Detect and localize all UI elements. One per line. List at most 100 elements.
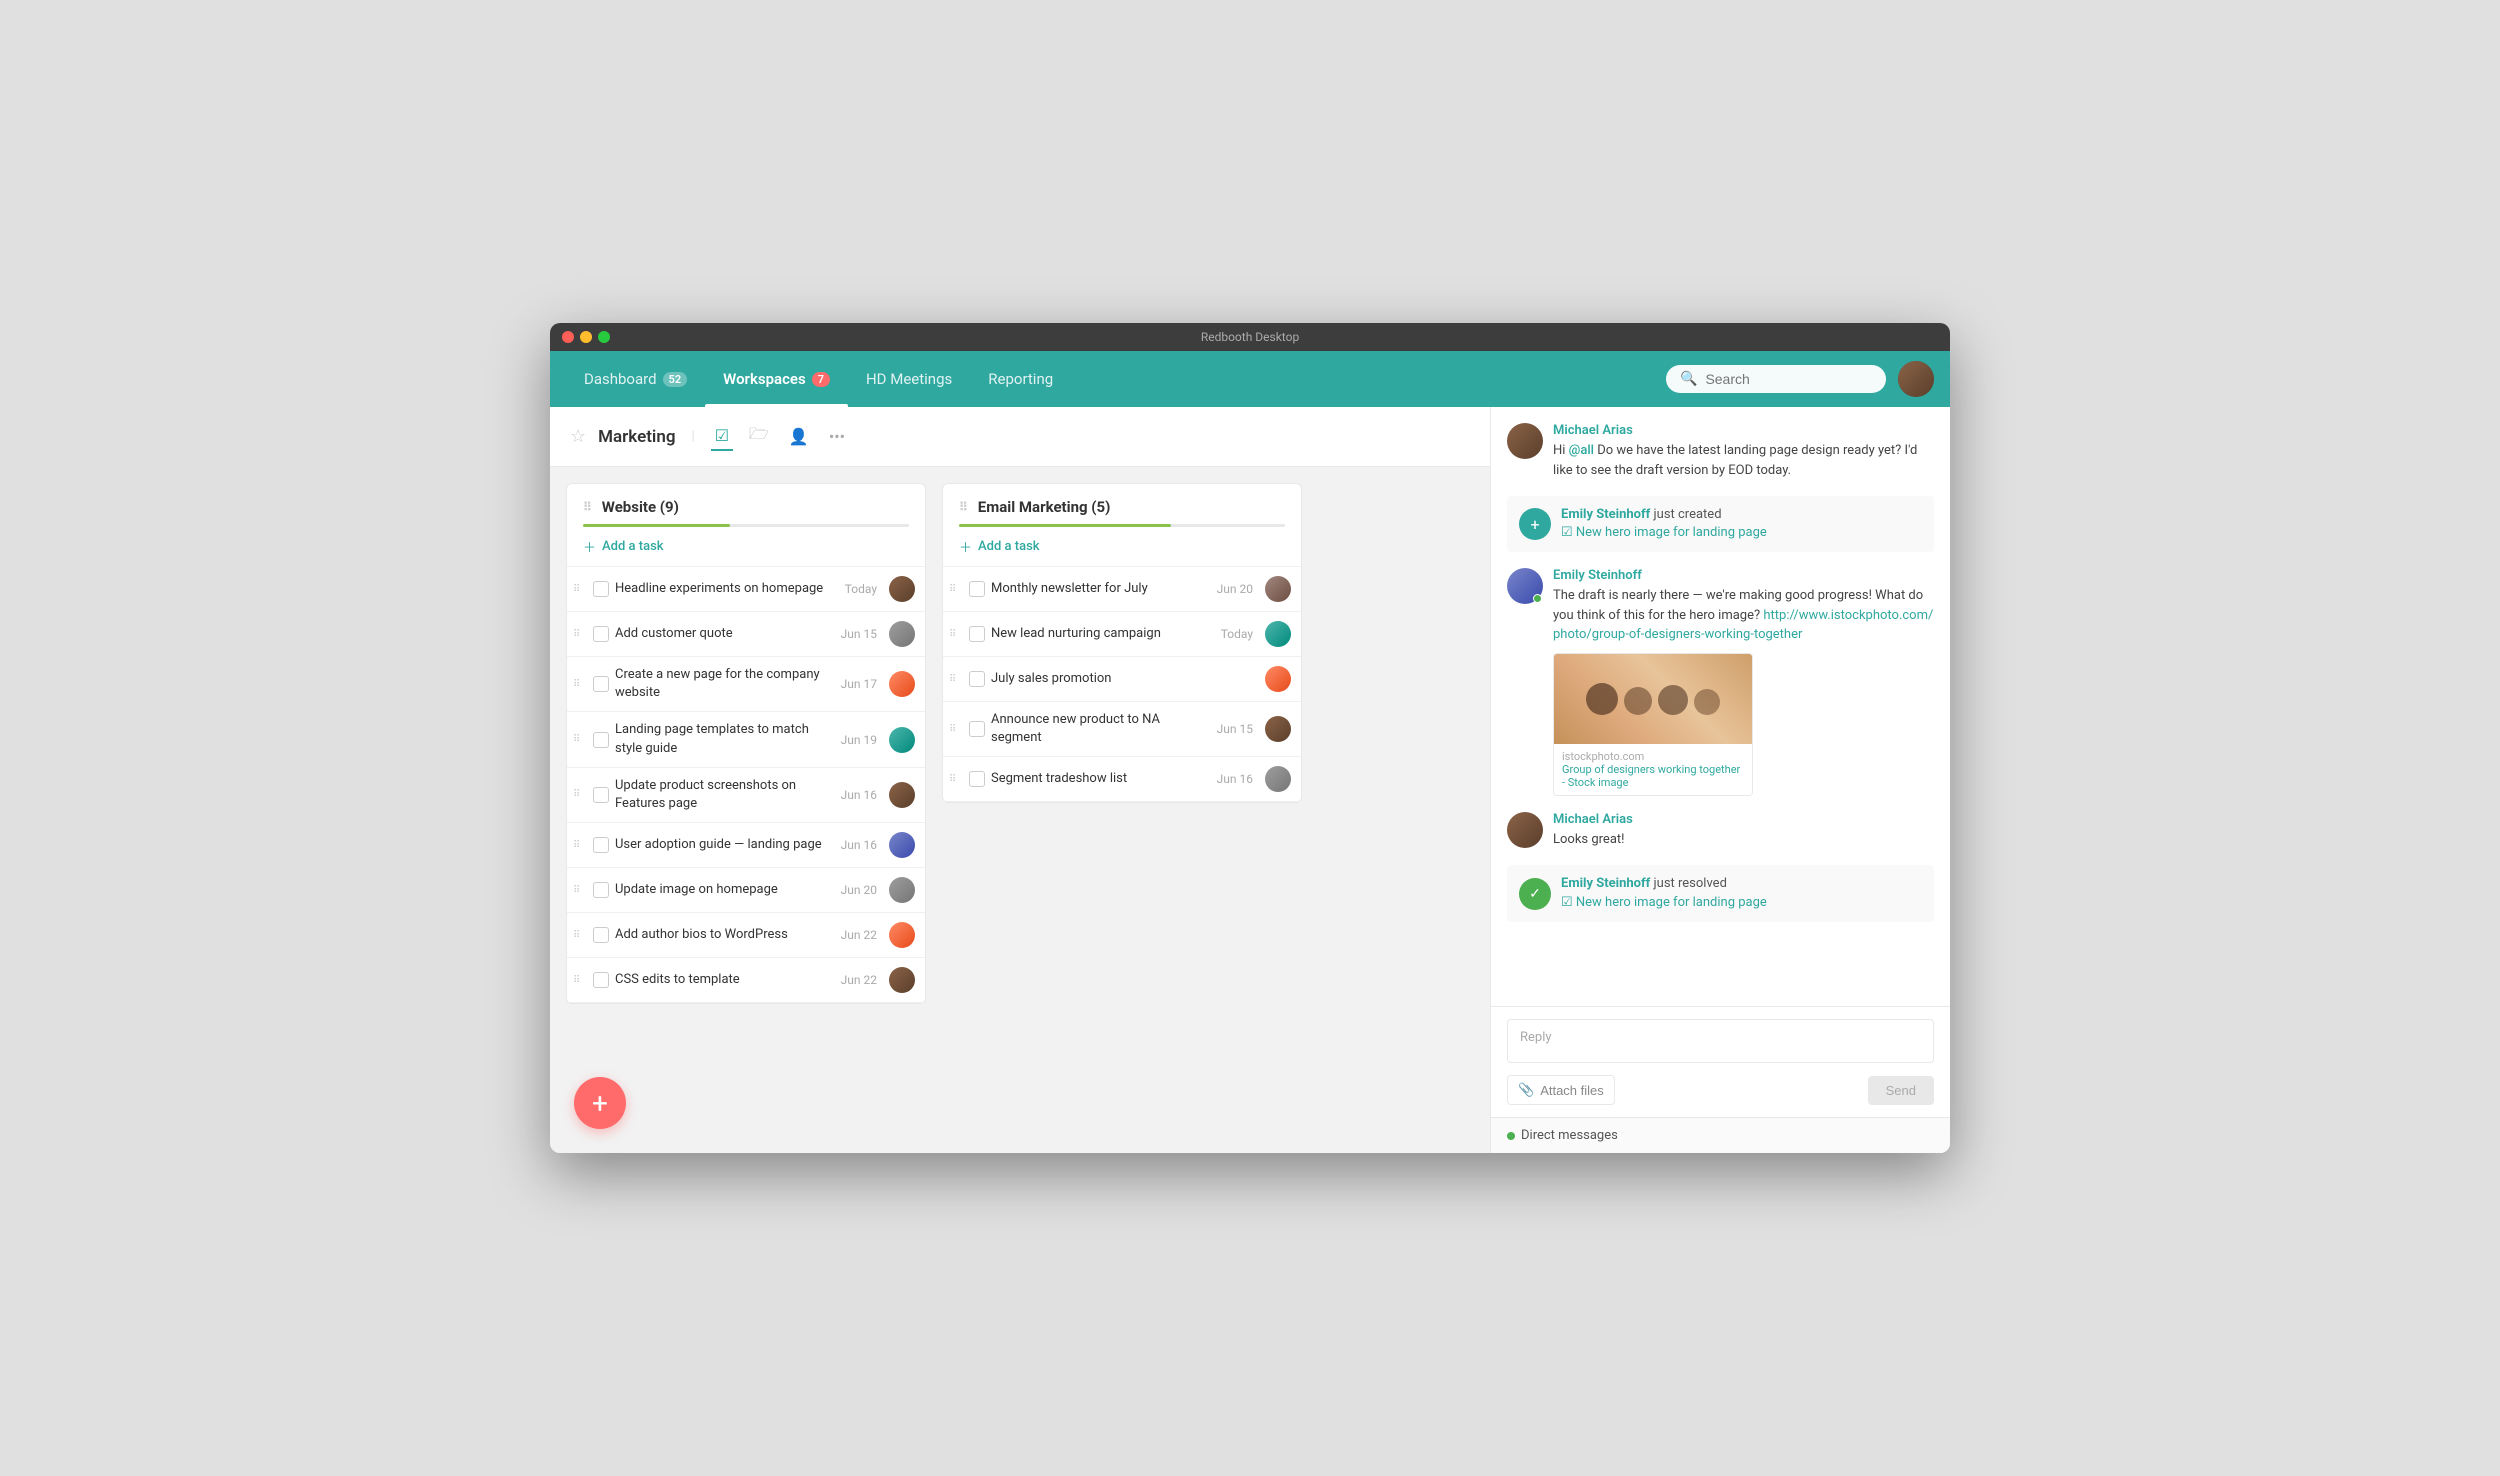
task-drag-handle[interactable]: ⠿ (573, 734, 587, 745)
task-assignee-avatar (889, 782, 915, 808)
task-row[interactable]: ⠿ Landing page templates to match style … (567, 712, 925, 767)
task-row[interactable]: ⠿ User adoption guide — landing page Jun… (567, 823, 925, 868)
avatar-img (1507, 812, 1543, 848)
task-row[interactable]: ⠿ Update image on homepage Jun 20 (567, 868, 925, 913)
task-assignee-avatar (1265, 666, 1291, 692)
drag-handle[interactable]: ⠿ (583, 500, 592, 514)
task-drag-handle[interactable]: ⠿ (949, 584, 963, 595)
attach-files-button[interactable]: 📎 Attach files (1507, 1075, 1615, 1105)
nav-meetings[interactable]: HD Meetings (848, 351, 970, 407)
maximize-button[interactable] (598, 331, 610, 343)
task-assignee-avatar (889, 922, 915, 948)
fab-add[interactable]: + (574, 1077, 626, 1129)
preview-title[interactable]: Group of designers working together - St… (1562, 763, 1744, 789)
activity-author: Emily Steinhoff (1561, 507, 1650, 522)
task-list-email: ⠿ Monthly newsletter for July Jun 20 ⠿ N… (943, 567, 1301, 802)
task-row[interactable]: ⠿ New lead nurturing campaign Today (943, 612, 1301, 657)
task-drag-handle[interactable]: ⠿ (573, 885, 587, 896)
task-checkbox[interactable] (969, 671, 985, 687)
task-row[interactable]: ⠿ Monthly newsletter for July Jun 20 (943, 567, 1301, 612)
activity-task[interactable]: ☑ New hero image for landing page (1561, 524, 1767, 542)
task-checkbox[interactable] (969, 626, 985, 642)
dm-bar[interactable]: Direct messages (1491, 1117, 1950, 1153)
task-checkbox[interactable] (593, 626, 609, 642)
task-row[interactable]: ⠿ CSS edits to template Jun 22 (567, 958, 925, 1003)
search-icon: 🔍 (1680, 371, 1697, 387)
drag-handle[interactable]: ⠿ (959, 500, 968, 514)
task-drag-handle[interactable]: ⠿ (573, 584, 587, 595)
files-view-icon[interactable]: 🗁 (745, 419, 773, 454)
chat-body: Michael Arias Looks great! (1553, 812, 1934, 850)
task-drag-handle[interactable]: ⠿ (573, 930, 587, 941)
paperclip-icon: 📎 (1518, 1082, 1534, 1098)
close-button[interactable] (562, 331, 574, 343)
chat-text: Looks great! (1553, 830, 1934, 850)
task-row[interactable]: ⠿ Add author bios to WordPress Jun 22 (567, 913, 925, 958)
task-drag-handle[interactable]: ⠿ (949, 724, 963, 735)
task-drag-handle[interactable]: ⠿ (573, 679, 587, 690)
chat-body: Emily Steinhoff The draft is nearly ther… (1553, 568, 1934, 796)
add-task-website[interactable]: ＋ Add a task (567, 527, 925, 567)
chat-author: Michael Arias (1553, 812, 1934, 827)
nav-bar: Dashboard 52 Workspaces 7 HD Meetings Re… (550, 351, 1950, 407)
more-options-icon[interactable]: ••• (825, 423, 849, 450)
chat-message: Emily Steinhoff The draft is nearly ther… (1507, 568, 1934, 796)
task-drag-handle[interactable]: ⠿ (573, 629, 587, 640)
star-icon[interactable]: ☆ (570, 426, 586, 447)
task-checkbox[interactable] (593, 787, 609, 803)
task-drag-handle[interactable]: ⠿ (949, 629, 963, 640)
task-checkbox[interactable] (593, 732, 609, 748)
nav-reporting[interactable]: Reporting (970, 351, 1071, 407)
tasks-view-icon[interactable]: ☑ (711, 422, 733, 451)
task-checkbox[interactable] (593, 676, 609, 692)
column-website-title: Website (9) (602, 498, 679, 516)
search-input[interactable] (1705, 371, 1872, 387)
avatar-img (1507, 423, 1543, 459)
task-row[interactable]: ⠿ Segment tradeshow list Jun 16 (943, 757, 1301, 802)
task-assignee-avatar (1265, 576, 1291, 602)
activity-icon-check: ✓ (1519, 878, 1551, 910)
nav-dashboard[interactable]: Dashboard 52 (566, 351, 705, 407)
task-row[interactable]: ⠿ Announce new product to NA segment Jun… (943, 702, 1301, 757)
task-row[interactable]: ⠿ July sales promotion (943, 657, 1301, 702)
task-checkbox[interactable] (969, 771, 985, 787)
activity-task[interactable]: ☑ New hero image for landing page (1561, 894, 1767, 912)
task-drag-handle[interactable]: ⠿ (573, 840, 587, 851)
chat-text: Hi @all Do we have the latest landing pa… (1553, 441, 1934, 480)
link-preview[interactable]: istockphoto.com Group of designers worki… (1553, 653, 1753, 796)
task-row[interactable]: ⠿ Add customer quote Jun 15 (567, 612, 925, 657)
reply-actions: 📎 Attach files Send (1507, 1075, 1934, 1105)
task-drag-handle[interactable]: ⠿ (949, 774, 963, 785)
task-checkbox[interactable] (593, 581, 609, 597)
task-drag-handle[interactable]: ⠿ (573, 975, 587, 986)
task-checkbox[interactable] (593, 927, 609, 943)
task-drag-handle[interactable]: ⠿ (573, 789, 587, 800)
task-assignee-avatar (889, 832, 915, 858)
send-button[interactable]: Send (1868, 1076, 1934, 1105)
column-email: ⠿ Email Marketing (5) ＋ Add a task ⠿ (942, 483, 1302, 803)
workspace-header: ☆ Marketing | ☑ 🗁 👤 ••• (550, 407, 1490, 467)
search-box[interactable]: 🔍 (1666, 365, 1886, 393)
task-row[interactable]: ⠿ Headline experiments on homepage Today (567, 567, 925, 612)
task-row[interactable]: ⠿ Create a new page for the company webs… (567, 657, 925, 712)
reply-input[interactable] (1507, 1019, 1934, 1063)
activity-row-created: + Emily Steinhoff just created ☑ New her… (1507, 496, 1934, 552)
task-checkbox[interactable] (593, 882, 609, 898)
task-row[interactable]: ⠿ Update product screenshots on Features… (567, 768, 925, 823)
task-checkbox[interactable] (593, 837, 609, 853)
user-avatar-nav[interactable] (1898, 361, 1934, 397)
activity-icon-plus: + (1519, 508, 1551, 540)
chat-messages: Michael Arias Hi @all Do we have the lat… (1491, 407, 1950, 1006)
task-checkbox[interactable] (593, 972, 609, 988)
traffic-lights (562, 331, 610, 343)
members-view-icon[interactable]: 👤 (785, 423, 813, 450)
right-panel: Michael Arias Hi @all Do we have the lat… (1490, 407, 1950, 1153)
task-checkbox[interactable] (969, 721, 985, 737)
chat-link[interactable]: http://www.istockphoto.com/photo/group-o… (1553, 608, 1933, 643)
task-drag-handle[interactable]: ⠿ (949, 674, 963, 685)
add-task-email[interactable]: ＋ Add a task (943, 527, 1301, 567)
task-checkbox[interactable] (969, 581, 985, 597)
nav-workspaces[interactable]: Workspaces 7 (705, 351, 848, 407)
minimize-button[interactable] (580, 331, 592, 343)
activity-author: Emily Steinhoff (1561, 876, 1650, 891)
